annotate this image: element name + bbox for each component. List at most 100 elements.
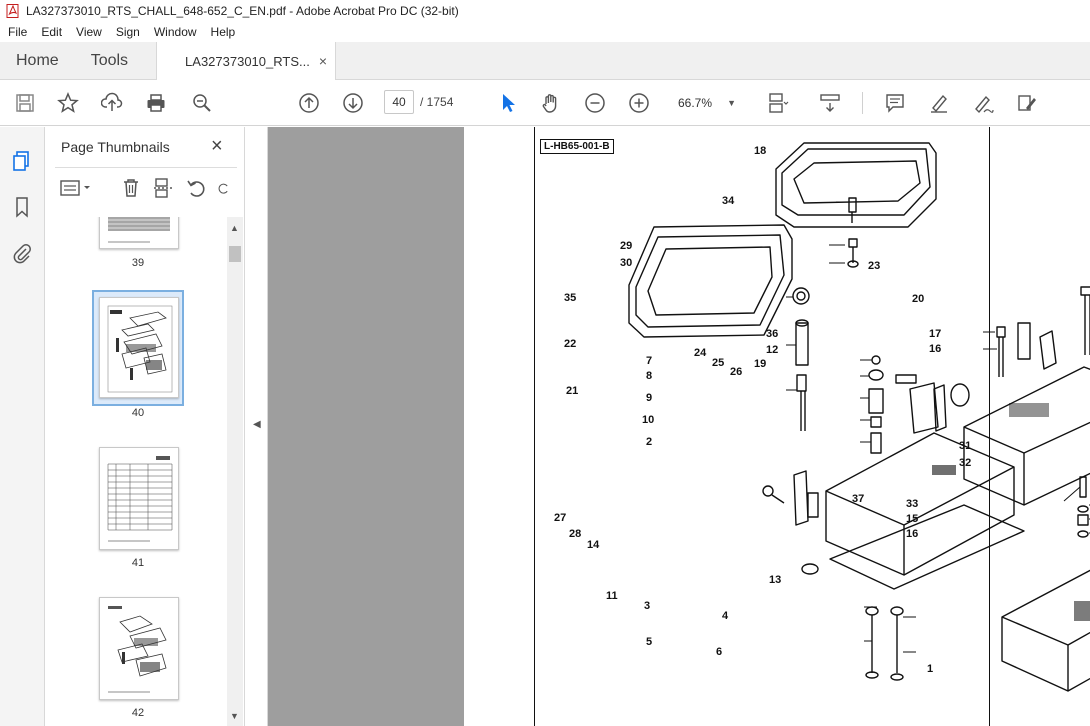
tab-document[interactable]: LA327373010_RTS... × — [156, 42, 337, 80]
callout-15: 15 — [906, 513, 919, 525]
scroll-mode-icon[interactable] — [818, 91, 842, 115]
callout-28: 28 — [569, 528, 582, 540]
acrobat-app-icon — [6, 4, 19, 18]
callout-21: 21 — [566, 385, 579, 397]
menu-window[interactable]: Window — [147, 25, 204, 39]
page-total: / 1754 — [420, 95, 454, 109]
close-panel-icon[interactable]: × — [211, 135, 223, 158]
callout-11: 11 — [606, 590, 618, 602]
fill-sign-icon[interactable] — [1015, 91, 1039, 115]
zoom-out-icon[interactable] — [583, 91, 607, 115]
callout-36: 36 — [766, 328, 779, 340]
callout-7: 7 — [646, 355, 653, 367]
callout-17: 17 — [929, 328, 942, 340]
thumbnail-label-41: 41 — [131, 557, 145, 569]
extract-pages-icon[interactable] — [153, 177, 175, 199]
panel-collapse-strip[interactable]: ◀ — [246, 127, 268, 726]
cylinder-head-exploded-diagram — [628, 142, 1090, 692]
callout-20: 20 — [912, 293, 925, 305]
callout-6: 6 — [716, 646, 723, 658]
select-cursor-icon[interactable] — [496, 91, 520, 115]
callout-29: 29 — [620, 240, 633, 252]
save-icon[interactable] — [13, 91, 37, 115]
callout-5: 5 — [646, 636, 653, 648]
title-bar: LA327373010_RTS_CHALL_648-652_C_EN.pdf -… — [0, 0, 1090, 22]
rotate-clockwise-icon[interactable] — [217, 177, 231, 199]
thumbnail-page-41[interactable] — [99, 447, 179, 550]
hand-tool-icon[interactable] — [539, 91, 563, 115]
print-icon[interactable] — [144, 91, 168, 115]
rotate-counterclockwise-icon[interactable] — [185, 177, 207, 199]
callout-25: 25 — [712, 357, 725, 369]
callout-31: 31 — [959, 440, 972, 452]
callout-18: 18 — [754, 145, 767, 157]
thumbnail-label-40: 40 — [131, 407, 145, 419]
scroll-up-arrow-icon[interactable]: ▲ — [230, 223, 239, 233]
callout-2: 2 — [646, 436, 653, 448]
callout-24: 24 — [694, 347, 707, 359]
callout-13: 13 — [769, 574, 782, 586]
bookmark-star-icon[interactable] — [56, 91, 80, 115]
scroll-down-arrow-icon[interactable]: ▼ — [230, 711, 239, 721]
panel-title: Page Thumbnails — [61, 139, 170, 155]
zoom-in-icon[interactable] — [627, 91, 651, 115]
menu-file[interactable]: File — [0, 25, 34, 39]
page-thumbnails-icon[interactable] — [10, 149, 34, 173]
thumbnail-label-42: 42 — [131, 707, 145, 719]
callout-9: 9 — [646, 392, 653, 404]
chevron-down-icon: ▼ — [727, 98, 736, 108]
thumbnail-page-40[interactable] — [99, 297, 179, 398]
document-viewport[interactable]: L-HB65-001-B 18 34 29 30 23 35 20 22 36 … — [268, 127, 1090, 726]
tab-tools[interactable]: Tools — [75, 42, 144, 79]
window-title: LA327373010_RTS_CHALL_648-652_C_EN.pdf -… — [26, 4, 459, 18]
menu-view[interactable]: View — [69, 25, 109, 39]
callout-16b: 16 — [906, 528, 919, 540]
bookmarks-icon[interactable] — [10, 195, 34, 219]
attachments-paperclip-icon[interactable] — [10, 241, 34, 265]
thumbnails-scrollbar[interactable]: ▲ ▼ — [227, 217, 243, 726]
zoom-level-value: 66.7% — [678, 96, 713, 110]
page-layout-icon[interactable] — [764, 91, 794, 115]
page-number-input[interactable]: 40 — [384, 90, 414, 114]
tab-home[interactable]: Home — [0, 42, 75, 79]
callout-14: 14 — [587, 539, 600, 551]
callout-4: 4 — [722, 610, 729, 622]
highlight-pen-icon[interactable] — [927, 91, 951, 115]
callout-30: 30 — [620, 257, 633, 269]
zoom-search-icon[interactable] — [190, 91, 214, 115]
tab-bar: Home Tools LA327373010_RTS... × — [0, 42, 1090, 80]
thumbnail-page-42[interactable] — [99, 597, 179, 700]
callout-16: 16 — [929, 343, 942, 355]
share-upload-icon[interactable] — [100, 91, 124, 115]
thumbnail-label-39: 39 — [131, 257, 145, 269]
previous-page-icon[interactable] — [297, 91, 321, 115]
delete-trash-icon[interactable] — [120, 177, 142, 199]
scrollbar-thumb[interactable] — [229, 246, 241, 262]
callout-23: 23 — [868, 260, 881, 272]
next-page-icon[interactable] — [341, 91, 365, 115]
pdf-page: L-HB65-001-B 18 34 29 30 23 35 20 22 36 … — [464, 127, 1090, 726]
callout-12: 12 — [766, 344, 779, 356]
sign-pen-icon[interactable] — [971, 91, 995, 115]
callout-26: 26 — [730, 366, 743, 378]
callout-35: 35 — [564, 292, 577, 304]
page-thumbnails-panel: Page Thumbnails × 39 40 41 42 ▲ ▼ — [45, 127, 245, 726]
document-tab-label: LA327373010_RTS... — [185, 53, 310, 69]
menu-help[interactable]: Help — [204, 25, 243, 39]
thumbnail-options-icon[interactable] — [59, 177, 95, 199]
callout-10: 10 — [642, 414, 655, 426]
menu-edit[interactable]: Edit — [34, 25, 69, 39]
menu-bar: File Edit View Sign Window Help — [0, 22, 1090, 42]
zoom-level-select[interactable]: 66.7% ▼ — [670, 91, 740, 115]
comment-icon[interactable] — [883, 91, 907, 115]
callout-22: 22 — [564, 338, 577, 350]
close-tab-icon[interactable]: × — [319, 53, 327, 69]
callout-37: 37 — [852, 493, 865, 505]
callout-34: 34 — [722, 195, 735, 207]
callout-8: 8 — [646, 370, 653, 382]
left-navigation-rail — [0, 127, 45, 726]
thumbnail-page-39[interactable] — [99, 217, 179, 249]
menu-sign[interactable]: Sign — [109, 25, 147, 39]
toolbar-separator — [862, 92, 863, 114]
collapse-panel-arrow-icon[interactable]: ◀ — [253, 419, 261, 430]
